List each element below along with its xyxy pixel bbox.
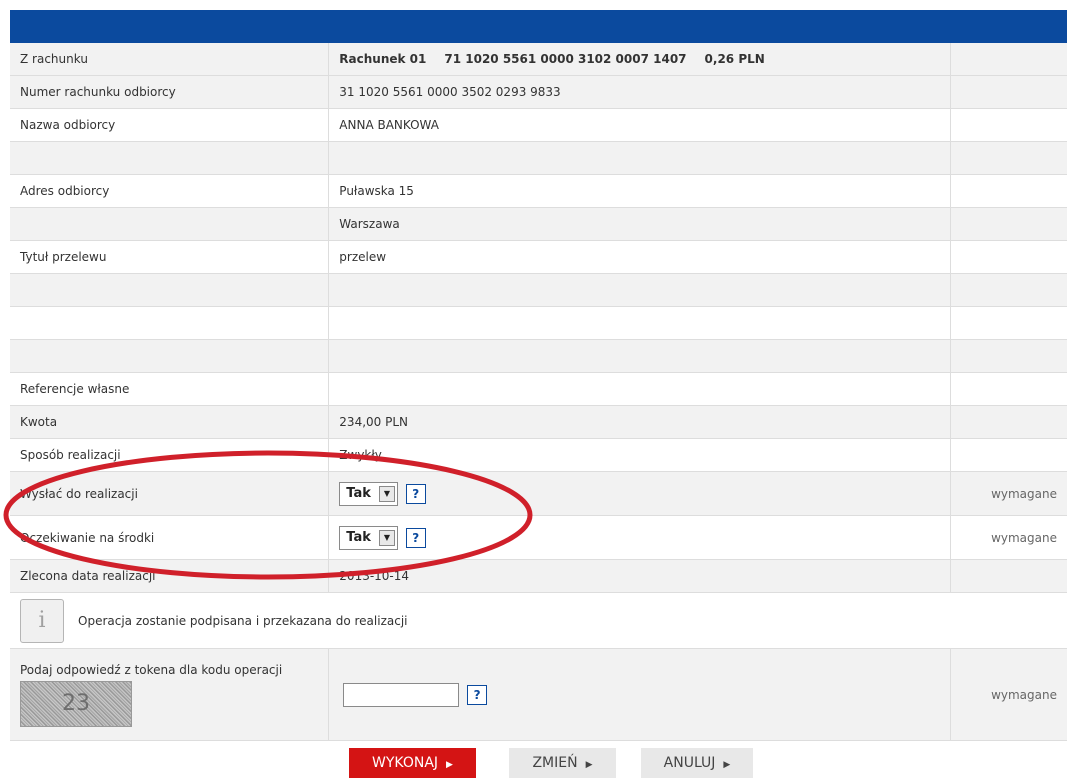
row-info: i Operacja zostanie podpisana i przekaza… <box>10 592 1067 649</box>
transfer-title-label: Tytuł przelewu <box>10 240 330 274</box>
recipient-account-value: 31 1020 5561 0000 3502 0293 9833 <box>328 75 951 109</box>
account-number: 71 1020 5561 0000 3102 0007 1407 <box>444 52 687 66</box>
red-highlight-ellipse <box>3 450 533 580</box>
row-recipient-city: Warszawa <box>10 207 1067 241</box>
row-empty <box>10 339 1067 373</box>
recipient-name-value: ANNA BANKOWA <box>328 108 951 142</box>
row-recipient-account: Numer rachunku odbiorcy 31 1020 5561 000… <box>10 75 1067 109</box>
token-response-input[interactable] <box>343 682 460 707</box>
account-balance: 0,26 PLN <box>704 52 765 66</box>
recipient-address-line2: Warszawa <box>328 207 951 241</box>
row-empty <box>10 273 1067 307</box>
row-empty <box>10 141 1067 175</box>
row-recipient-name: Nazwa odbiorcy ANNA BANKOWA <box>10 108 1067 142</box>
amount-label: Kwota <box>10 405 330 439</box>
row-transfer-title: Tytuł przelewu przelew <box>10 240 1067 274</box>
chevron-right-icon: ▶ <box>723 760 731 770</box>
info-message: i Operacja zostanie podpisana i przekaza… <box>20 598 1057 643</box>
cancel-button-label: ANULUJ <box>663 755 716 771</box>
cancel-button[interactable]: ANULUJ ▶ <box>641 748 753 778</box>
required-label: wymagane <box>950 471 1067 516</box>
execute-button-label: WYKONAJ <box>372 755 439 771</box>
from-account-label: Z rachunku <box>10 43 330 76</box>
execute-button[interactable]: WYKONAJ ▶ <box>349 748 476 778</box>
change-button[interactable]: ZMIEŃ ▶ <box>509 748 616 778</box>
account-name: Rachunek 01 <box>339 52 427 66</box>
amount-value: 234,00 PLN <box>328 405 951 439</box>
change-button-label: ZMIEŃ <box>532 755 578 771</box>
info-text: Operacja zostanie podpisana i przekazana… <box>78 613 408 628</box>
required-label: wymagane <box>950 515 1067 560</box>
transfer-title-value: przelew <box>328 240 951 274</box>
row-recipient-address: Adres odbiorcy Puławska 15 <box>10 174 1067 208</box>
chevron-right-icon: ▶ <box>446 760 453 770</box>
token-label: Podaj odpowiedź z tokena dla kodu operac… <box>20 662 283 677</box>
help-icon[interactable]: ? <box>467 684 488 705</box>
from-account-value: Rachunek 01 71 1020 5561 0000 3102 0007 1… <box>328 43 951 76</box>
highlight-ellipse-shape <box>3 450 533 580</box>
form-header-bar <box>10 10 1067 43</box>
recipient-address-line1: Puławska 15 <box>328 174 951 208</box>
transfer-confirmation-table: Z rachunku Rachunek 01 71 1020 5561 0000 … <box>10 43 1067 741</box>
row-from-account: Z rachunku Rachunek 01 71 1020 5561 0000 … <box>10 43 1067 76</box>
row-amount: Kwota 234,00 PLN <box>10 405 1067 439</box>
row-empty <box>10 306 1067 340</box>
operation-code-image: 23 <box>20 680 132 727</box>
row-own-reference: Referencje własne <box>10 372 1067 406</box>
row-token: Podaj odpowiedź z tokena dla kodu operac… <box>10 648 1067 741</box>
info-icon: i <box>20 598 64 643</box>
required-label: wymagane <box>950 648 1067 741</box>
own-reference-label: Referencje własne <box>10 372 330 406</box>
recipient-address-label: Adres odbiorcy <box>10 174 330 208</box>
chevron-right-icon: ▶ <box>585 760 593 770</box>
recipient-name-label: Nazwa odbiorcy <box>10 108 330 142</box>
recipient-account-label: Numer rachunku odbiorcy <box>10 75 330 109</box>
